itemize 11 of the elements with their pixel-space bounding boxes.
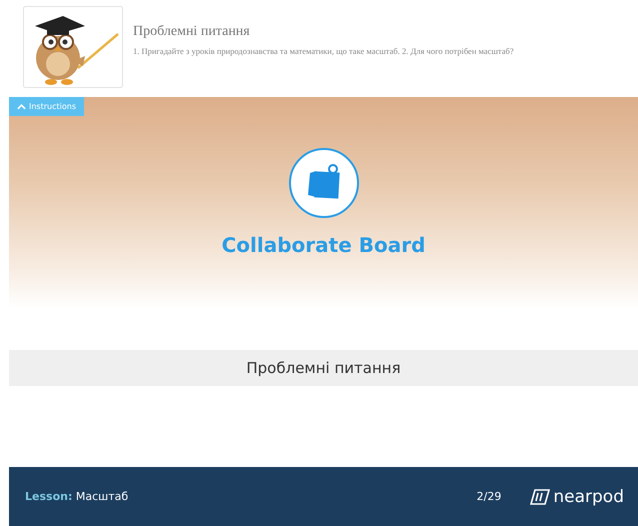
note-pin-icon bbox=[288, 147, 360, 219]
activity-title: Collaborate Board bbox=[222, 233, 426, 257]
chevron-icon bbox=[17, 104, 26, 110]
slide-title: Проблемні питання bbox=[133, 24, 251, 40]
lesson-name: Lesson: Масштаб bbox=[25, 490, 130, 503]
instructions-toggle[interactable]: Instructions bbox=[9, 97, 84, 116]
brand-logo-icon bbox=[529, 488, 552, 506]
page-counter: 2/29 bbox=[476, 490, 502, 503]
question-bar: Проблемні питання bbox=[9, 350, 638, 386]
slide-description: 1. Пригадайте з уроків природознавства та математики, що таке масштаб. 2. Для чого потрібен масштаб? bbox=[133, 46, 515, 56]
brand-name: nearpod bbox=[553, 486, 624, 506]
